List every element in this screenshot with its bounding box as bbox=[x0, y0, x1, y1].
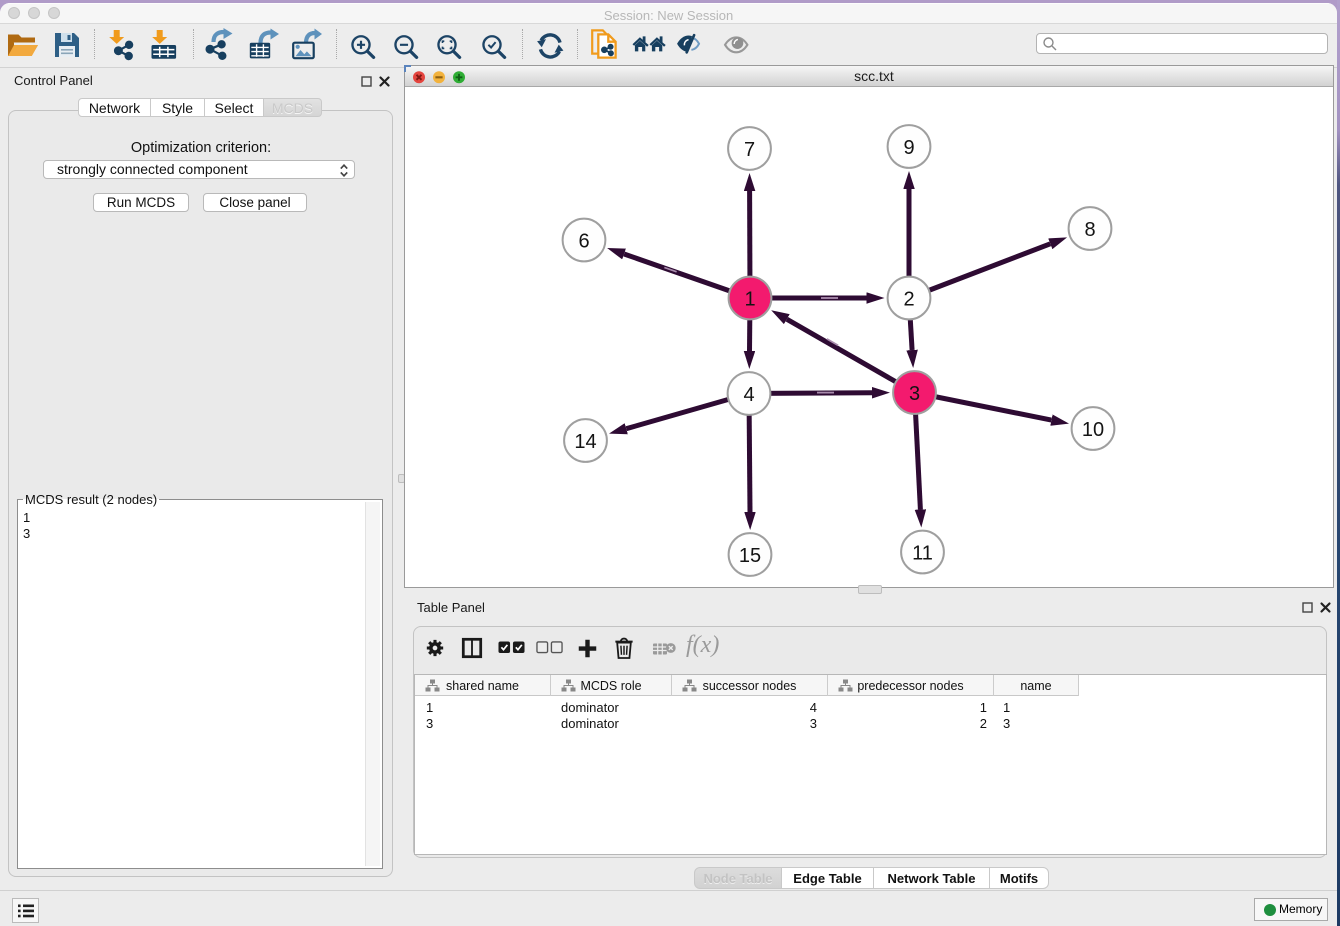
svg-text:15: 15 bbox=[739, 545, 761, 567]
svg-text:2: 2 bbox=[903, 289, 914, 311]
svg-text:9: 9 bbox=[903, 137, 914, 159]
svg-text:8: 8 bbox=[1084, 219, 1095, 241]
svg-text:4: 4 bbox=[743, 384, 754, 406]
svg-text:10: 10 bbox=[1082, 419, 1104, 441]
svg-text:1: 1 bbox=[744, 289, 755, 311]
svg-text:11: 11 bbox=[912, 543, 933, 565]
svg-text:14: 14 bbox=[574, 431, 596, 453]
svg-text:7: 7 bbox=[744, 139, 755, 161]
svg-text:6: 6 bbox=[578, 231, 589, 253]
svg-text:3: 3 bbox=[909, 383, 920, 405]
